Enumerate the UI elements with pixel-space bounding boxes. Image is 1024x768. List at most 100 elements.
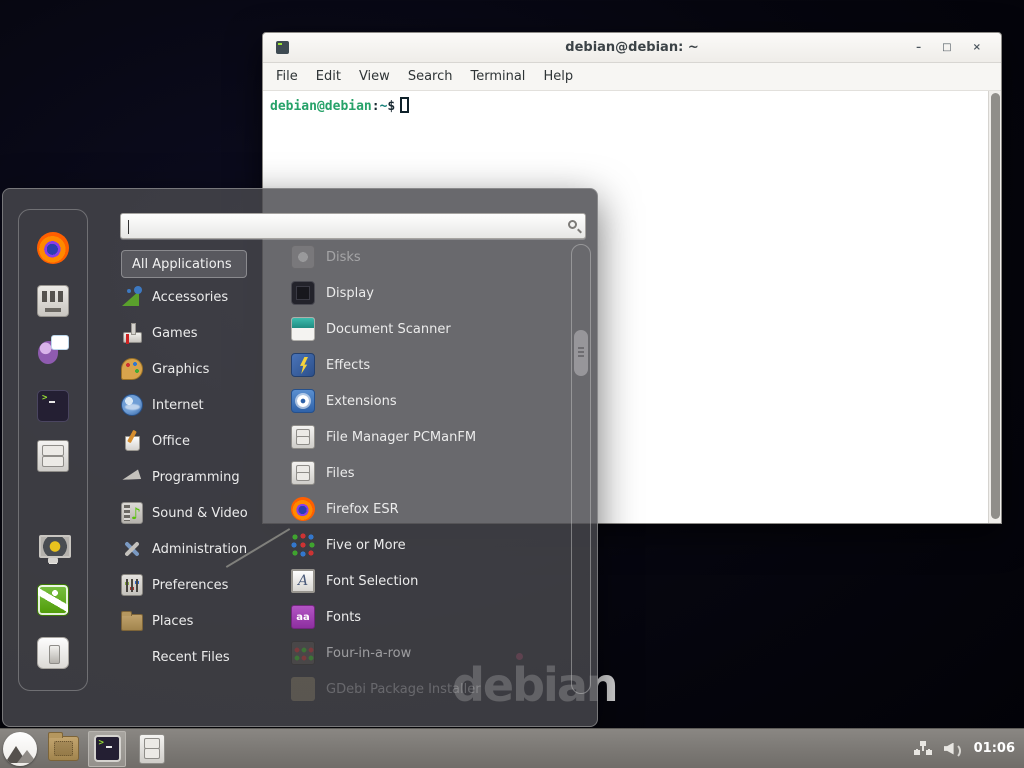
category-label: Accessories: [152, 290, 228, 305]
network-icon[interactable]: [914, 741, 932, 757]
category-accessories[interactable]: Accessories: [121, 279, 286, 315]
board-dots-icon: [291, 641, 315, 665]
files-taskbar-icon[interactable]: [139, 734, 165, 764]
taskbar: 01:06: [0, 728, 1024, 768]
app-item-label: File Manager PCManFM: [326, 430, 476, 445]
all-applications-label: All Applications: [132, 257, 232, 272]
terminal-cursor: [400, 97, 409, 113]
menu-terminal[interactable]: Terminal: [461, 69, 534, 84]
close-icon[interactable]: ×: [973, 43, 981, 53]
terminal-launcher-icon[interactable]: [37, 390, 69, 422]
terminal-taskbar-button[interactable]: [88, 731, 126, 767]
favorites-sidebar: [18, 209, 88, 691]
package-icon: [291, 677, 315, 701]
shut-down-icon[interactable]: [37, 637, 69, 669]
menu-edit[interactable]: Edit: [307, 69, 350, 84]
app-item-label: Effects: [326, 358, 370, 373]
app-item-extensions[interactable]: Extensions: [291, 383, 566, 419]
app-item-effects[interactable]: Effects: [291, 347, 566, 383]
lightning-icon: [291, 353, 315, 377]
category-preferences[interactable]: Preferences: [121, 567, 286, 603]
app-item-font-selection[interactable]: Font Selection: [291, 563, 566, 599]
category-graphics[interactable]: Graphics: [121, 351, 286, 387]
app-item-gdebi-package-installer[interactable]: GDebi Package Installer: [291, 671, 566, 707]
pidgin-launcher-icon[interactable]: [37, 334, 69, 366]
terminal-icon: [94, 735, 121, 762]
application-menu: All Applications Accessories Games Graph…: [2, 188, 598, 727]
fonts-icon: [291, 605, 315, 629]
firefox-launcher-icon[interactable]: [37, 232, 69, 264]
system-tray: 01:06: [914, 741, 1024, 757]
folder-icon: [121, 614, 143, 631]
menu-button[interactable]: [3, 732, 37, 766]
app-item-files[interactable]: Files: [291, 455, 566, 491]
category-games[interactable]: Games: [121, 315, 286, 351]
maximize-icon[interactable]: □: [942, 43, 951, 53]
menu-file[interactable]: File: [267, 69, 307, 84]
desktop: debian debian@debian: ~ – □ × File Edit …: [0, 0, 1024, 768]
letter-a-icon: [291, 569, 315, 593]
menu-search-input[interactable]: [120, 213, 586, 239]
no-icon: [121, 646, 143, 668]
file-cabinet-icon: [291, 425, 315, 449]
sliders-icon: [121, 574, 143, 596]
app-item-label: Display: [326, 286, 374, 301]
category-sound-video[interactable]: Sound & Video: [121, 495, 286, 531]
app-list-scrollbar-thumb[interactable]: [574, 330, 588, 376]
app-item-label: Fonts: [326, 610, 361, 625]
app-item-disks[interactable]: Disks: [291, 239, 566, 275]
app-item-label: Files: [326, 466, 355, 481]
menu-view[interactable]: View: [350, 69, 399, 84]
app-item-five-or-more[interactable]: Five or More: [291, 527, 566, 563]
application-list: Disks Display Document Scanner Effects E…: [291, 239, 566, 707]
terminal-scrollbar-thumb[interactable]: [991, 93, 1000, 519]
app-item-label: GDebi Package Installer: [326, 682, 481, 697]
category-label: Places: [152, 614, 193, 629]
file-manager-launcher-icon[interactable]: [37, 440, 69, 472]
joystick-icon: [121, 322, 143, 344]
category-label: Office: [152, 434, 190, 449]
window-controls: – □ ×: [916, 43, 1001, 53]
crossed-tools-icon: [121, 538, 143, 560]
app-item-label: Font Selection: [326, 574, 418, 589]
terminal-titlebar[interactable]: debian@debian: ~ – □ ×: [263, 33, 1001, 63]
category-list: Accessories Games Graphics Internet Offi…: [121, 279, 286, 675]
app-item-four-in-a-row[interactable]: Four-in-a-row: [291, 635, 566, 671]
search-icon: [568, 220, 577, 229]
category-programming[interactable]: Programming: [121, 459, 286, 495]
terminal-window-title: debian@debian: ~: [263, 40, 1001, 55]
desktop-folder-launcher-icon[interactable]: [48, 736, 79, 761]
minimize-icon[interactable]: –: [916, 43, 921, 53]
app-item-file-manager-pcmanfm[interactable]: File Manager PCManFM: [291, 419, 566, 455]
app-list-scrollbar[interactable]: [571, 244, 591, 694]
volume-icon[interactable]: [944, 741, 962, 757]
category-internet[interactable]: Internet: [121, 387, 286, 423]
app-item-firefox-esr[interactable]: Firefox ESR: [291, 491, 566, 527]
colored-dots-icon: [291, 533, 315, 557]
terminal-scrollbar[interactable]: [988, 91, 1001, 523]
log-out-icon[interactable]: [37, 584, 69, 616]
category-administration[interactable]: Administration: [121, 531, 286, 567]
prompt-user-host: debian@debian: [270, 99, 372, 114]
film-note-icon: [121, 502, 143, 524]
category-label: Games: [152, 326, 197, 341]
menu-search[interactable]: Search: [399, 69, 462, 84]
text-caret: [128, 220, 129, 234]
category-places[interactable]: Places: [121, 603, 286, 639]
shell-prompt: debian@debian:~$: [270, 97, 409, 114]
scanner-icon: [291, 317, 315, 341]
menu-help[interactable]: Help: [534, 69, 582, 84]
app-item-display[interactable]: Display: [291, 275, 566, 311]
app-item-label: Four-in-a-row: [326, 646, 411, 661]
category-office[interactable]: Office: [121, 423, 286, 459]
software-keyboard-icon[interactable]: [37, 285, 69, 317]
palette-icon: [121, 358, 143, 380]
app-item-label: Firefox ESR: [326, 502, 399, 517]
all-applications-button[interactable]: All Applications: [121, 250, 247, 278]
lock-screen-icon[interactable]: [37, 532, 69, 564]
gear-icon: [291, 389, 315, 413]
app-item-document-scanner[interactable]: Document Scanner: [291, 311, 566, 347]
app-item-fonts[interactable]: Fonts: [291, 599, 566, 635]
clock[interactable]: 01:06: [974, 741, 1015, 756]
category-recent-files[interactable]: Recent Files: [121, 639, 286, 675]
